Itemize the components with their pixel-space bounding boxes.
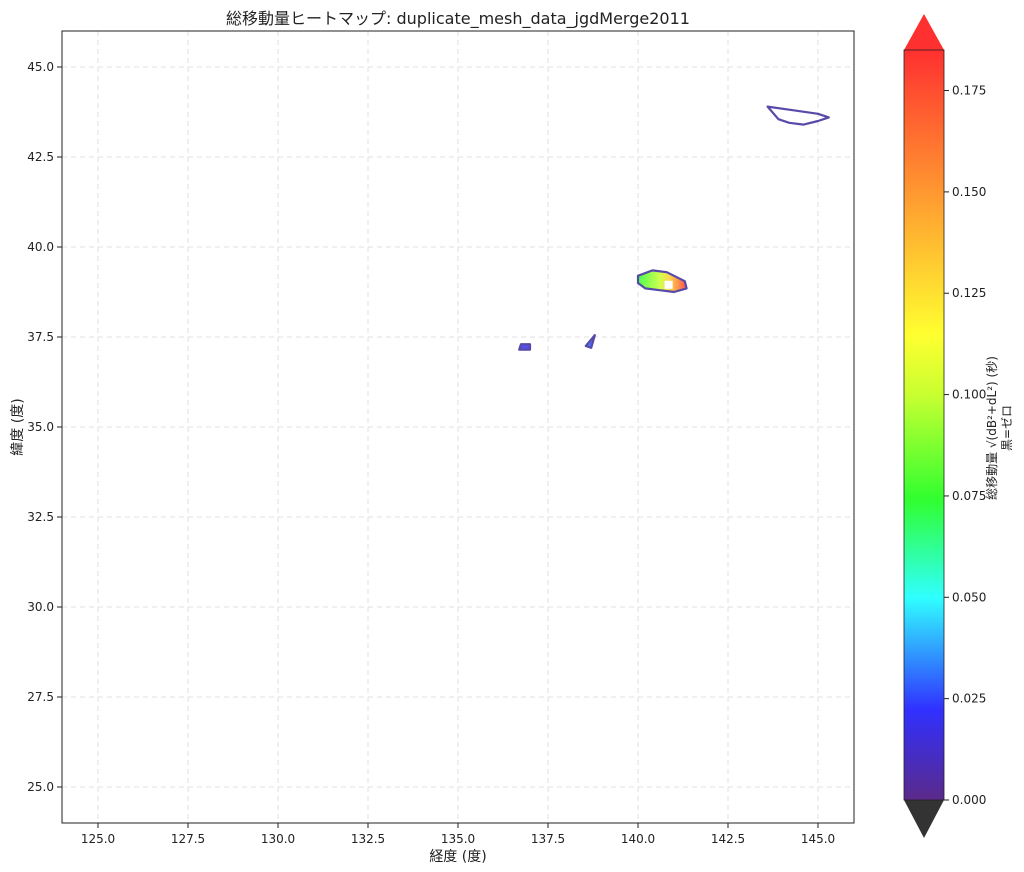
y-tick-label: 37.5 bbox=[27, 330, 54, 344]
x-tick-label: 135.0 bbox=[441, 832, 475, 846]
colorbar-tick-label: 0.050 bbox=[952, 590, 986, 604]
region-noto bbox=[518, 343, 532, 351]
colorbar-tick-label: 0.100 bbox=[952, 388, 986, 402]
y-tick-label: 27.5 bbox=[27, 690, 54, 704]
y-tick-label: 45.0 bbox=[27, 60, 54, 74]
chart-title: 総移動量ヒートマップ: duplicate_mesh_data_jgdMerge… bbox=[226, 9, 690, 29]
colorbar-tick-label: 0.125 bbox=[952, 286, 986, 300]
y-tick-label: 30.0 bbox=[27, 600, 54, 614]
colorbar-ticks: 0.000 0.025 0.050 0.075 0.100 0.125 0.150 0.175 bbox=[944, 84, 986, 807]
x-tick-label: 140.0 bbox=[621, 832, 655, 846]
colorbar-tick-label: 0.025 bbox=[952, 692, 986, 706]
x-tick-label: 137.5 bbox=[531, 832, 565, 846]
colorbar-tick-label: 0.075 bbox=[952, 489, 986, 503]
x-tick-label: 127.5 bbox=[171, 832, 205, 846]
colorbar-tick-label: 0.000 bbox=[952, 793, 986, 807]
colorbar-under-extension bbox=[904, 800, 944, 838]
colorbar-over-extension bbox=[904, 14, 944, 50]
colorbar-body bbox=[904, 50, 944, 800]
y-tick-label: 42.5 bbox=[27, 150, 54, 164]
x-tick-label: 125.0 bbox=[81, 832, 115, 846]
y-tick-label: 32.5 bbox=[27, 510, 54, 524]
heatmap-figure: 総移動量ヒートマップ: duplicate_mesh_data_jgdMerge… bbox=[10, 9, 1014, 865]
y-tick-label: 40.0 bbox=[27, 240, 54, 254]
colorbar-label-line1: 総移動量 √(dB²+dL²) (秒) bbox=[985, 356, 999, 500]
colorbar-tick-label: 0.175 bbox=[952, 84, 986, 98]
x-tick-label: 132.5 bbox=[351, 832, 385, 846]
x-axis: 125.0 127.5 130.0 132.5 135.0 137.5 140.0 142.5… bbox=[81, 823, 835, 846]
colorbar-label-line2: 黒=ゼロ bbox=[1000, 405, 1014, 451]
x-tick-label: 145.0 bbox=[801, 832, 835, 846]
y-axis-label: 緯度 (度) bbox=[10, 398, 26, 455]
x-tick-label: 142.5 bbox=[711, 832, 745, 846]
y-tick-label: 35.0 bbox=[27, 420, 54, 434]
highlight-cell bbox=[664, 280, 673, 289]
x-axis-label: 経度 (度) bbox=[429, 849, 486, 865]
colorbar-tick-label: 0.150 bbox=[952, 185, 986, 199]
y-axis: 25.0 27.5 30.0 32.5 35.0 37.5 40.0 42.5 45.0 bbox=[27, 60, 62, 794]
x-tick-label: 130.0 bbox=[261, 832, 295, 846]
y-tick-label: 25.0 bbox=[27, 780, 54, 794]
colorbar: 0.000 0.025 0.050 0.075 0.100 0.125 0.150 0.175… bbox=[903, 14, 1014, 838]
